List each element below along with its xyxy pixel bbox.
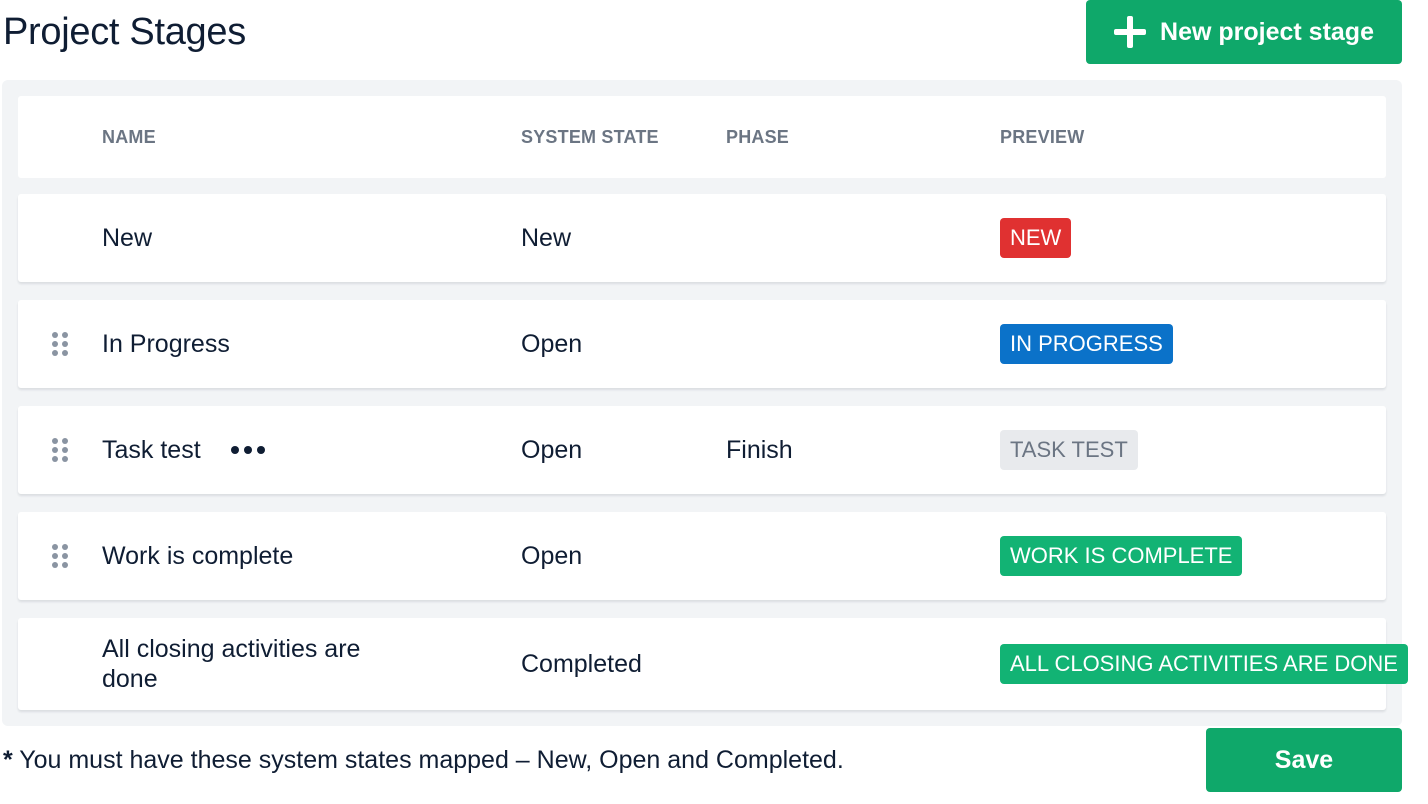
drag-handle-icon[interactable]: [52, 438, 68, 462]
stage-name: Task test: [102, 436, 201, 464]
stage-name: All closing activities are done: [102, 635, 361, 693]
save-button[interactable]: Save: [1206, 728, 1402, 792]
table-row[interactable]: Task test Open Finish TASK TEST: [18, 406, 1386, 494]
table-row[interactable]: New New NEW: [18, 194, 1386, 282]
stage-system-state: Open: [521, 542, 583, 570]
stage-preview-badge: NEW: [1000, 218, 1072, 258]
note-text: You must have these system states mapped…: [12, 746, 844, 774]
drag-handle-icon[interactable]: [52, 544, 68, 568]
column-header-phase: PHASE: [726, 127, 790, 147]
stage-name: New: [102, 224, 153, 252]
column-header-system-state: SYSTEM STATE: [521, 127, 659, 147]
stage-system-state: Open: [521, 330, 583, 358]
system-states-note: * You must have these system states mapp…: [3, 742, 844, 778]
stage-preview-badge: IN PROGRESS: [1000, 324, 1173, 364]
table-row[interactable]: All closing activities are done Complete…: [18, 618, 1408, 710]
stage-preview-badge: WORK IS COMPLETE: [1000, 536, 1243, 576]
table-header: NAME SYSTEM STATE PHASE PREVIEW: [18, 96, 1386, 178]
column-header-name: NAME: [102, 127, 156, 147]
stage-system-state: Open: [521, 436, 583, 464]
page-title: Project Stages: [3, 11, 246, 53]
more-horizontal-icon[interactable]: [231, 446, 265, 454]
stage-name: Work is complete: [102, 542, 294, 570]
stage-system-state: Completed: [521, 650, 642, 678]
stage-system-state: New: [521, 224, 572, 252]
plus-icon: [1114, 16, 1147, 48]
note-asterisk: *: [3, 746, 13, 774]
new-project-stage-button[interactable]: New project stage: [1086, 0, 1402, 64]
stage-preview-badge: TASK TEST: [1000, 430, 1138, 470]
table-row[interactable]: Work is complete Open WORK IS COMPLETE: [18, 512, 1386, 600]
table-row[interactable]: In Progress Open IN PROGRESS: [18, 300, 1386, 388]
stage-name: In Progress: [102, 330, 230, 358]
new-project-stage-label: New project stage: [1160, 17, 1374, 46]
stage-phase: Finish: [726, 436, 793, 464]
stages-table: NAME SYSTEM STATE PHASE PREVIEW New New …: [2, 80, 1408, 726]
column-header-preview: PREVIEW: [1000, 127, 1085, 147]
stage-preview-badge: ALL CLOSING ACTIVITIES ARE DONE: [1000, 644, 1408, 684]
drag-handle-icon[interactable]: [52, 332, 68, 356]
